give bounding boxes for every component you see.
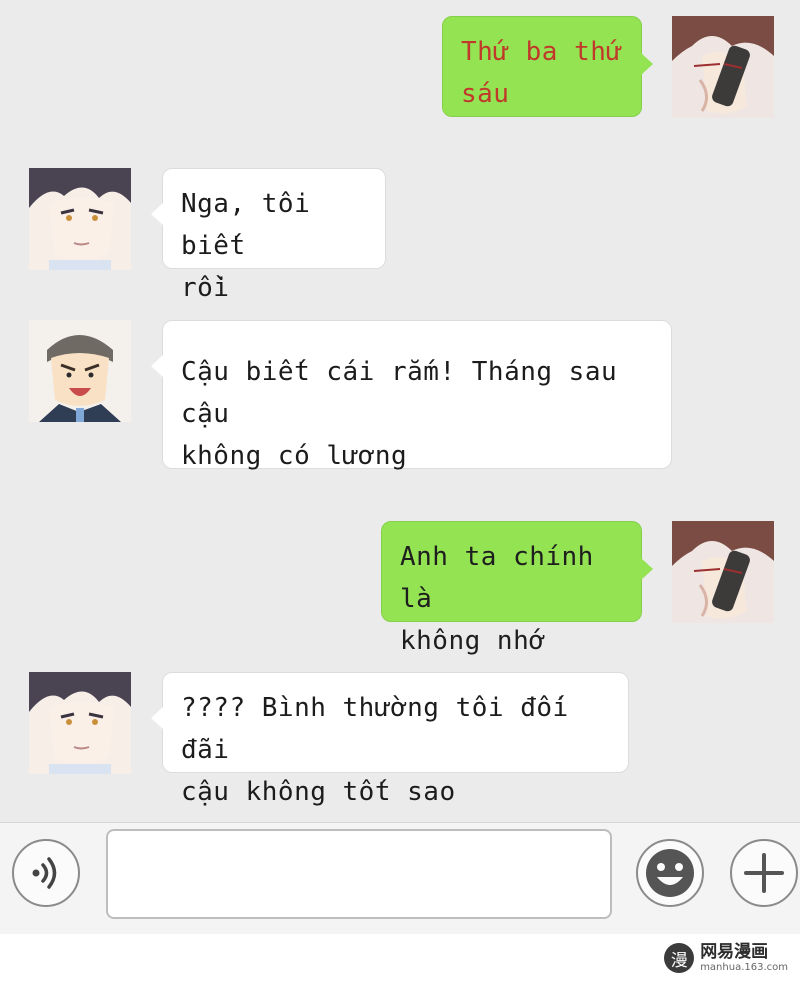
watermark: 漫 网易漫画 manhua.163.com bbox=[664, 940, 788, 976]
message-bubble[interactable]: Cậu biết cái rắm! Tháng sau cậu không có… bbox=[151, 320, 672, 471]
avatar-glasses-man[interactable] bbox=[672, 521, 774, 623]
message-line: Thứ ba thứ bbox=[461, 37, 623, 67]
avatar-glasses-man[interactable] bbox=[672, 16, 774, 118]
message-line: ???? Bình thường tôi đối đãi bbox=[181, 693, 569, 765]
message-bubble[interactable]: Nga, tôi biết rồi bbox=[151, 168, 386, 303]
message-input[interactable] bbox=[106, 829, 612, 919]
message-line: không có lương bbox=[181, 441, 408, 471]
footer: 漫 网易漫画 manhua.163.com bbox=[0, 934, 800, 983]
add-button[interactable] bbox=[730, 839, 798, 907]
input-bar bbox=[0, 822, 800, 935]
message-line: Cậu biết cái rắm! Tháng sau cậu bbox=[181, 357, 618, 429]
message-bubble[interactable]: ???? Bình thường tôi đối đãi cậu không t… bbox=[151, 672, 629, 807]
message-line: cậu không tốt sao bbox=[181, 777, 456, 807]
watermark-title: 网易漫画 bbox=[700, 941, 769, 962]
avatar-dark-hair-man[interactable] bbox=[29, 168, 131, 270]
message-line: sáu bbox=[461, 79, 510, 109]
message-line: Anh ta chính là bbox=[400, 542, 594, 614]
emoji-icon bbox=[646, 849, 694, 897]
message-bubble[interactable]: Anh ta chính là không nhớ bbox=[381, 521, 653, 656]
watermark-logo: 漫 bbox=[664, 943, 695, 973]
watermark-url: manhua.163.com bbox=[700, 961, 788, 973]
avatar-angry-boss[interactable] bbox=[29, 320, 131, 422]
avatar-dark-hair-man[interactable] bbox=[29, 672, 131, 774]
message-line: rồi bbox=[181, 273, 230, 303]
emoji-button[interactable] bbox=[636, 839, 704, 907]
voice-button[interactable] bbox=[12, 839, 80, 907]
voice-icon bbox=[32, 857, 57, 889]
plus-icon bbox=[744, 853, 784, 893]
chat-area: Thứ ba thứ sáu Nga, tôi biết rồi Cậu biế… bbox=[0, 0, 800, 822]
message-line: không nhớ bbox=[400, 626, 546, 656]
message-line: Nga, tôi biết bbox=[181, 189, 311, 261]
message-bubble[interactable]: Thứ ba thứ sáu bbox=[442, 16, 653, 117]
